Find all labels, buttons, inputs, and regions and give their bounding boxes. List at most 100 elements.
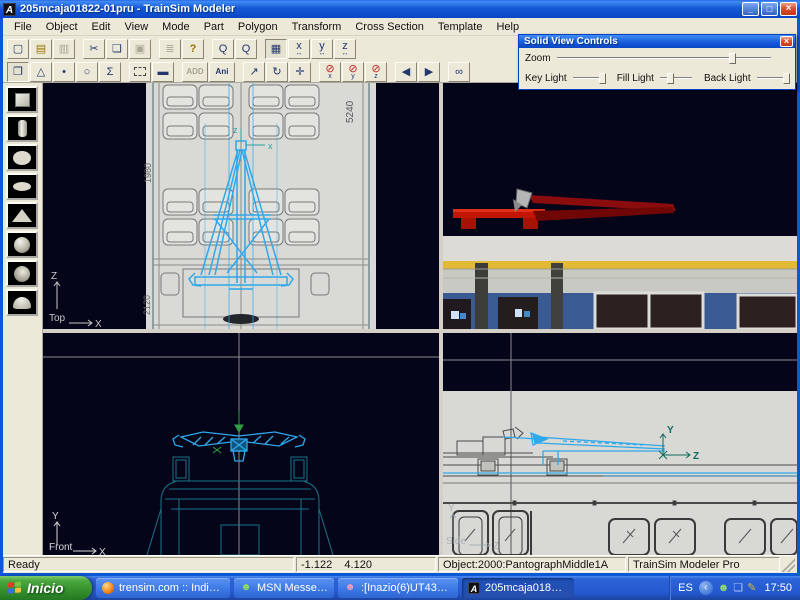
window-title: 205mcaja01822-01pru - TrainSim Modeler	[20, 3, 740, 15]
top-view-canvas: 5240 1980 2120	[43, 83, 439, 329]
open-file-button[interactable]: ▤	[30, 39, 52, 59]
grid-toggle-button[interactable]: ▦	[265, 39, 287, 59]
menu-view[interactable]: View	[118, 19, 156, 35]
zoom-slider-handle[interactable]	[729, 53, 736, 64]
tray-network-icon[interactable]: ❏	[733, 581, 743, 595]
primitive-cone-button[interactable]	[6, 202, 38, 229]
next-part-button[interactable]: ▶	[418, 62, 440, 82]
tray-msn-icon[interactable]: ☻	[718, 581, 730, 595]
lock-x-button[interactable]: ⊘x	[319, 62, 341, 82]
primitive-disc-button[interactable]	[6, 173, 38, 200]
taskbar-item-label: MSN Messenger	[257, 582, 328, 594]
title-bar[interactable]: A 205mcaja01822-01pru - TrainSim Modeler…	[0, 0, 800, 18]
solid-view-controls-dialog[interactable]: Solid View Controls × Zoom Key Light Fil…	[518, 34, 796, 90]
menu-edit[interactable]: Edit	[85, 19, 118, 35]
taskbar-item-trainsim-modeler[interactable]: A 205mcaja01822-01pr...	[462, 578, 574, 598]
rotate-tool-button[interactable]: ↻	[266, 62, 288, 82]
back-light-slider[interactable]	[757, 77, 789, 79]
menu-file[interactable]: File	[7, 19, 39, 35]
minimize-button[interactable]: _	[742, 2, 759, 16]
tray-pen-icon[interactable]: ✎	[747, 581, 756, 595]
add-button[interactable]: ADD	[182, 62, 208, 82]
ruler-button[interactable]: ▬	[152, 62, 174, 82]
menu-transform[interactable]: Transform	[285, 19, 349, 35]
lock-x-letter: x	[328, 74, 332, 80]
start-button[interactable]: Inicio	[0, 576, 92, 600]
language-indicator[interactable]: ES	[678, 582, 693, 594]
zoom-out-button[interactable]: Q	[235, 39, 257, 59]
marquee-select-button[interactable]	[129, 62, 151, 82]
viewport-side[interactable]: Y Z Y Side	[443, 333, 797, 555]
primitive-dome-button[interactable]	[6, 289, 38, 316]
fill-light-slider-handle[interactable]	[667, 73, 674, 84]
chat-contact-icon: ☻	[344, 582, 356, 594]
maximize-button[interactable]: □	[761, 2, 778, 16]
find-button[interactable]: ∞	[448, 62, 470, 82]
taskbar-item-msn-messenger[interactable]: ☻ MSN Messenger	[234, 578, 334, 598]
viewport-top[interactable]: 5240 1980 2120	[43, 83, 439, 329]
dialog-title-bar[interactable]: Solid View Controls ×	[519, 35, 795, 48]
viewport-perspective[interactable]	[443, 83, 797, 329]
sel-axis-x-label: x	[268, 141, 273, 151]
menu-mode[interactable]: Mode	[155, 19, 197, 35]
axis-z-button[interactable]: z↔	[334, 39, 356, 59]
paste-button[interactable]: ▣	[129, 39, 151, 59]
back-light-slider-handle[interactable]	[783, 73, 790, 84]
axis-y-button[interactable]: y↔	[311, 39, 333, 59]
zoom-slider[interactable]	[557, 57, 771, 59]
dialog-close-button[interactable]: ×	[780, 36, 793, 47]
primitive-sphere-button[interactable]	[6, 144, 38, 171]
taskbar-item-msn-conversation[interactable]: ☻ :[Inazio(6)UT434:[De...	[338, 578, 458, 598]
zoom-in-button[interactable]: Q	[212, 39, 234, 59]
cut-button[interactable]: ✂	[83, 39, 105, 59]
menu-part[interactable]: Part	[197, 19, 231, 35]
prev-part-button[interactable]: ◀	[395, 62, 417, 82]
key-light-slider-handle[interactable]	[599, 73, 606, 84]
firefox-icon	[102, 582, 114, 594]
menu-object[interactable]: Object	[39, 19, 85, 35]
perspective-canvas	[443, 83, 797, 329]
scissors-icon: ✂	[89, 44, 98, 54]
viewport-front[interactable]: Y Front X	[43, 333, 439, 555]
close-button[interactable]: ×	[780, 2, 797, 16]
menu-help[interactable]: Help	[489, 19, 526, 35]
new-file-button[interactable]: ▢	[7, 39, 29, 59]
triangle-icon: △	[37, 67, 45, 77]
side-marker-y-label: Y	[667, 425, 674, 436]
box-shape-icon	[15, 93, 30, 107]
save-button[interactable]: ▥	[53, 39, 75, 59]
scale-tool-button[interactable]: ✛	[289, 62, 311, 82]
spline-mode-button[interactable]: Σ	[99, 62, 121, 82]
status-bar: Ready -1.122 4.120 Object:2000:Pantograp…	[3, 555, 797, 573]
circle-mode-button[interactable]: ○	[76, 62, 98, 82]
cylinder-shape-icon	[18, 120, 27, 137]
primitive-cylinder-button[interactable]	[6, 115, 38, 142]
primitive-ball-button[interactable]	[6, 231, 38, 258]
axis-x-button[interactable]: x↔	[288, 39, 310, 59]
taskbar-item-browser[interactable]: trensim.com :: Indice ...	[96, 578, 230, 598]
primitive-box-button[interactable]	[6, 86, 38, 113]
resize-grip[interactable]	[782, 557, 795, 572]
menu-polygon[interactable]: Polygon	[231, 19, 285, 35]
menu-template[interactable]: Template	[431, 19, 490, 35]
axis-x-arrows: ↔	[296, 51, 303, 57]
zoom-slider-label: Zoom	[525, 53, 551, 64]
help-button[interactable]: ?	[182, 39, 204, 59]
reference-photo	[443, 236, 797, 329]
print-button[interactable]: ≣	[159, 39, 181, 59]
lock-y-button[interactable]: ⊘y	[342, 62, 364, 82]
menu-cross-section[interactable]: Cross Section	[348, 19, 430, 35]
select-object-button[interactable]: ❐	[7, 62, 29, 82]
move-tool-button[interactable]: ↗	[243, 62, 265, 82]
right-arrow-icon: ▶	[425, 67, 433, 77]
triangle-mode-button[interactable]: △	[30, 62, 52, 82]
animate-button[interactable]: Ani	[209, 62, 235, 82]
point-mode-button[interactable]: •	[53, 62, 75, 82]
fill-light-slider[interactable]	[660, 77, 692, 79]
primitive-geosphere-button[interactable]	[6, 260, 38, 287]
lock-z-button[interactable]: ⊘z	[365, 62, 387, 82]
key-light-slider[interactable]	[573, 77, 605, 79]
msn-messenger-icon: ☻	[240, 582, 252, 594]
copy-button[interactable]: ❏	[106, 39, 128, 59]
tray-collapse-chevron[interactable]: ‹	[699, 581, 713, 595]
